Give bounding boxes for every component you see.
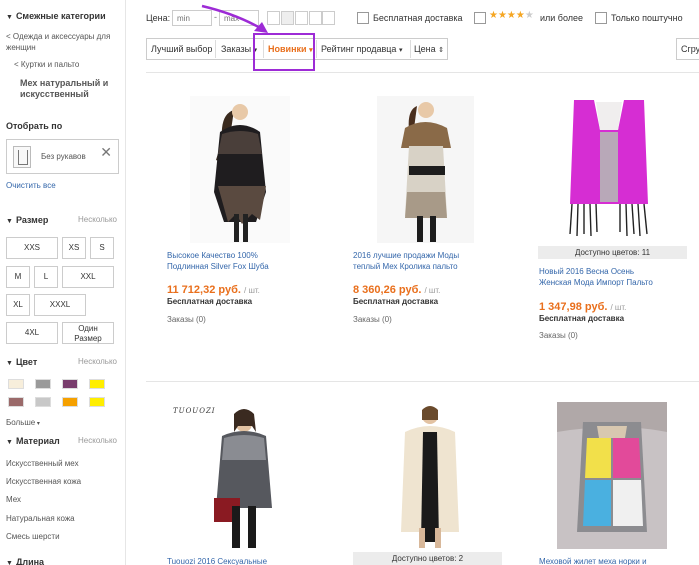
rating-checkbox[interactable] (474, 12, 486, 24)
size-xxl[interactable]: XXL (62, 266, 114, 288)
size-xxs[interactable]: XXS (6, 237, 58, 259)
breadcrumb-jackets-coats[interactable]: < Куртки и пальто (14, 59, 79, 70)
triangle-down-icon: ▼ (6, 218, 13, 225)
wholesale-checkbox[interactable] (595, 12, 607, 24)
colors-available-badge: Доступно цветов: 11 (538, 246, 687, 259)
related-categories-title: ▼ Смежные категории (6, 11, 106, 21)
triangle-down-icon: ▼ (6, 560, 13, 565)
product-image[interactable] (557, 402, 667, 549)
length-filter-title[interactable]: ▼ Длина (6, 557, 44, 565)
rating-stars-icon: ★★★★★ (489, 10, 534, 21)
size-l[interactable]: L (34, 266, 58, 288)
material-genuine-leather[interactable]: Натуральная кожа (6, 513, 75, 524)
color-swatch[interactable] (89, 379, 105, 389)
size-4xl[interactable]: 4XL (6, 322, 58, 344)
selected-filter-label: Без рукавов (41, 152, 86, 161)
free-shipping-checkbox[interactable] (357, 12, 369, 24)
product-orders: Заказы (0) (167, 315, 206, 324)
size-s[interactable]: S (90, 237, 114, 259)
material-filter-title[interactable]: ▼ Материал (6, 436, 60, 446)
material-wool-blend[interactable]: Смесь шерсти (6, 531, 60, 542)
product-price: 11 712,32 руб. / шт. (167, 284, 260, 296)
price-range-block[interactable] (309, 11, 322, 25)
selected-filters-title: Отобрать по (6, 121, 63, 131)
product-orders: Заказы (0) (353, 315, 392, 324)
sidebar: ▼ Смежные категории < Одежда и аксессуары… (0, 0, 126, 565)
product-shipping: Бесплатная доставка (539, 314, 625, 323)
material-multi-select[interactable]: Несколько (78, 436, 117, 445)
vest-icon (13, 146, 31, 168)
clear-all-link[interactable]: Очистить все (6, 180, 56, 191)
triangle-down-icon: ▼ (6, 360, 13, 367)
color-filter-title[interactable]: ▼ Цвет (6, 357, 37, 367)
product-shipping: Бесплатная доставка (353, 297, 439, 306)
product-image[interactable] (170, 402, 292, 549)
rating-label: или более (540, 13, 584, 23)
size-xxxl[interactable]: XXXL (34, 294, 86, 316)
material-faux-fur[interactable]: Искусственный мех (6, 458, 79, 469)
product-title-link[interactable]: 2016 лучшие продажи Моды теплый Мех Кроли… (353, 250, 503, 272)
close-icon[interactable]: ✕ (100, 145, 112, 159)
colors-available-badge: Доступно цветов: 2 (353, 552, 502, 565)
material-faux-leather[interactable]: Искусственная кожа (6, 476, 81, 487)
sort-updown-icon: ⇕ (438, 47, 445, 54)
group-button[interactable]: Сгру (676, 38, 699, 60)
price-label: Цена: (146, 13, 171, 23)
wholesale-label: Только поштучно (611, 13, 683, 23)
price-range-block[interactable] (322, 11, 335, 25)
product-shipping: Бесплатная доставка (167, 297, 253, 306)
size-filter-title[interactable]: ▼ Размер (6, 215, 48, 225)
color-swatch[interactable] (62, 379, 78, 389)
color-swatch[interactable] (8, 397, 24, 407)
sort-price[interactable]: Цена ⇕ (414, 40, 444, 58)
color-swatch[interactable] (8, 379, 24, 389)
current-category: Мех натуральный и искусственный (20, 78, 109, 99)
breadcrumb-women-clothing[interactable]: < Одежда и аксессуары для женщин (6, 31, 110, 53)
product-price: 1 347,98 руб. / шт. (539, 301, 627, 313)
product-price: 8 360,26 руб. / шт. (353, 284, 441, 296)
product-title-link[interactable]: Tuouozi 2016 Сексуальные (167, 556, 317, 565)
product-image[interactable] (377, 96, 474, 243)
size-multi-select[interactable]: Несколько (78, 215, 117, 224)
free-shipping-label: Бесплатная доставка (373, 13, 463, 23)
product-title-link[interactable]: Новый 2016 Весна Осень Женская Мода Импор… (539, 266, 689, 288)
triangle-down-icon: ▼ (6, 439, 13, 446)
product-image[interactable] (397, 402, 463, 549)
brand-logo: TUOUOZI (173, 407, 216, 415)
caret-down-icon: ▾ (398, 47, 403, 54)
sort-divider (410, 40, 411, 58)
more-colors-link[interactable]: Больше ▾ (6, 417, 40, 430)
size-m[interactable]: M (6, 266, 30, 288)
product-image[interactable] (560, 96, 658, 243)
color-swatch[interactable] (35, 379, 51, 389)
color-swatch[interactable] (62, 397, 78, 407)
sort-seller-rating[interactable]: Рейтинг продавца ▾ (321, 40, 402, 58)
size-xs[interactable]: XS (62, 237, 86, 259)
size-one-size[interactable]: Один Размер (62, 322, 114, 344)
size-xl[interactable]: XL (6, 294, 30, 316)
sort-divider (316, 40, 317, 58)
material-fur[interactable]: Мех (6, 494, 21, 505)
product-title-link[interactable]: Высокое Качество 100% Подлинная Silver Fo… (167, 250, 317, 272)
triangle-down-icon: ▼ (6, 14, 13, 21)
divider (146, 72, 699, 73)
color-swatch[interactable] (35, 397, 51, 407)
product-image[interactable] (190, 96, 290, 243)
product-title-link[interactable]: Меховой жилет меха норки и (539, 556, 689, 565)
product-orders: Заказы (0) (539, 331, 578, 340)
color-multi-select[interactable]: Несколько (78, 357, 117, 366)
price-range-block[interactable] (295, 11, 308, 25)
divider (146, 381, 699, 382)
color-swatch[interactable] (89, 397, 105, 407)
selected-filter-sleeveless: Без рукавов ✕ (6, 139, 119, 174)
annotation-highlight-box (253, 33, 315, 71)
